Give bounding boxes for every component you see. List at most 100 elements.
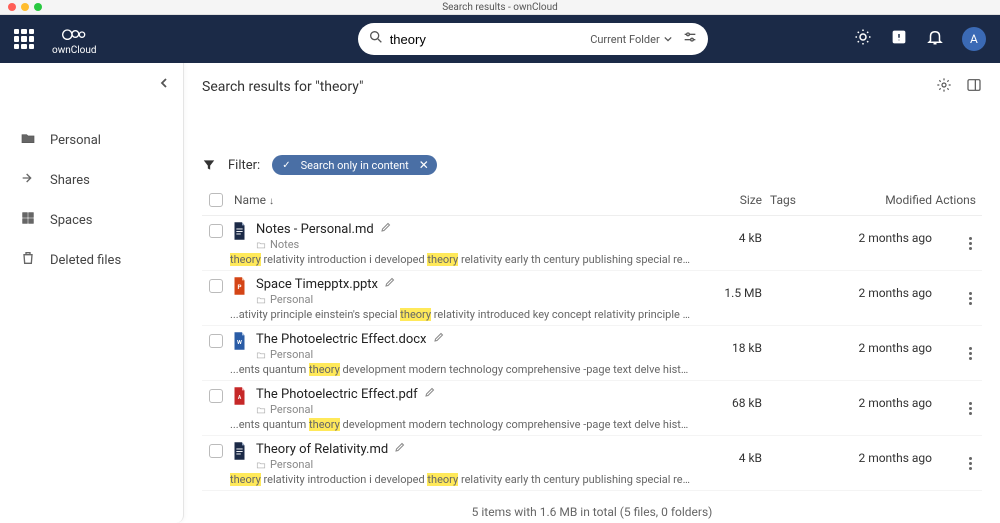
chevron-down-icon [664,35,672,43]
brand-logo[interactable]: ownCloud [52,23,97,56]
table-row[interactable]: Theory of Relativity.mdPersonal theory re… [202,436,982,491]
highlight: theory [309,363,340,376]
column-actions-header: Actions [932,193,982,207]
highlight: theory [309,418,340,431]
filter-chip-label: Search only in content [301,159,409,172]
search-snippet: theory relativity introduction i develop… [230,473,692,486]
row-actions-menu[interactable] [965,233,976,254]
filter-bar: Filter: ✓ Search only in content ✕ [202,155,982,175]
file-name[interactable]: The Photoelectric Effect.pdf [256,387,418,402]
search-input[interactable] [384,32,591,47]
file-modified: 2 months ago [812,386,932,410]
column-modified-header[interactable]: Modified [812,193,932,207]
file-modified: 2 months ago [812,276,932,300]
rename-icon[interactable] [380,221,392,237]
column-tags-header[interactable]: Tags [762,193,812,207]
table-header: Name↓ Size Tags Modified Actions [202,183,982,216]
row-actions-menu[interactable] [965,398,976,419]
sidebar-item-spaces[interactable]: Spaces [0,200,183,240]
collapse-sidebar-button[interactable] [0,71,183,98]
search-snippet: ...ents quantum theory development moder… [230,363,692,376]
file-size: 68 kB [692,386,762,410]
file-name[interactable]: The Photoelectric Effect.docx [256,332,427,347]
alert-icon[interactable] [890,28,908,50]
svg-text:W: W [237,340,242,346]
rename-icon[interactable] [424,386,436,402]
file-size: 4 kB [692,221,762,245]
table-row[interactable]: W The Photoelectric Effect.docxPersonal..… [202,326,982,381]
search-snippet: ...ativity principle einstein's special … [230,308,692,321]
row-checkbox[interactable] [209,334,223,348]
results-summary: 5 items with 1.6 MB in total (5 files, 0… [202,491,982,523]
side-panel-icon[interactable] [966,77,982,97]
search-icon [368,29,384,49]
sidebar-item-personal[interactable]: Personal [0,120,183,160]
file-location[interactable]: Personal [270,403,313,416]
file-modified: 2 months ago [812,441,932,465]
spaces-icon [20,210,36,230]
row-actions-menu[interactable] [965,343,976,364]
notifications-icon[interactable] [926,28,944,50]
file-tags [762,221,812,231]
remove-filter-icon[interactable]: ✕ [419,158,429,172]
search-scope-dropdown[interactable]: Current Folder [590,33,672,46]
sidebar-item-deleted[interactable]: Deleted files [0,240,183,280]
search-bar: Current Folder [358,23,708,55]
file-tags [762,441,812,451]
table-row[interactable]: A The Photoelectric Effect.pdfPersonal...… [202,381,982,436]
user-avatar[interactable]: A [962,27,986,51]
filter-icon [202,158,216,172]
svg-text:P: P [237,283,241,291]
word-file-icon: W [230,331,248,350]
file-name[interactable]: Theory of Relativity.md [256,442,388,457]
file-name[interactable]: Notes - Personal.md [256,222,374,237]
top-bar: ownCloud Current Folder A [0,15,1000,63]
folder-icon [20,130,36,150]
app-launcher-icon[interactable] [14,29,34,49]
file-size: 18 kB [692,331,762,355]
file-modified: 2 months ago [812,221,932,245]
sidebar-item-shares[interactable]: Shares [0,160,183,200]
column-size-header[interactable]: Size [692,193,762,207]
table-row[interactable]: P Space Timepptx.pptxPersonal ...ativity p… [202,271,982,326]
markdown-file-icon [230,221,248,240]
window-title: Search results - ownCloud [0,2,1000,13]
rename-icon[interactable] [384,276,396,292]
search-snippet: ...ents quantum theory development moder… [230,418,692,431]
rename-icon[interactable] [433,331,445,347]
highlight: theory [230,473,261,486]
file-location[interactable]: Personal [270,458,313,471]
settings-icon[interactable] [936,77,952,97]
share-icon [20,170,36,190]
filter-chip-content-only[interactable]: ✓ Search only in content ✕ [272,155,437,175]
brand-name: ownCloud [52,45,97,56]
powerpoint-file-icon: P [230,276,248,295]
rename-icon[interactable] [394,441,406,457]
page-title: Search results for "theory" [202,79,363,95]
table-row[interactable]: Notes - Personal.mdNotes theory relativit… [202,216,982,271]
file-tags [762,386,812,396]
sidebar-item-label: Shares [50,173,90,188]
chevron-left-icon [159,78,169,88]
row-actions-menu[interactable] [965,453,976,474]
row-checkbox[interactable] [209,224,223,238]
sidebar-item-label: Spaces [50,213,93,228]
row-checkbox[interactable] [209,279,223,293]
file-name[interactable]: Space Timepptx.pptx [256,277,378,292]
file-location[interactable]: Notes [270,238,299,251]
row-actions-menu[interactable] [965,288,976,309]
file-location[interactable]: Personal [270,348,313,361]
file-location[interactable]: Personal [270,293,313,306]
search-scope-label: Current Folder [590,33,660,46]
filter-label: Filter: [228,158,260,173]
pdf-file-icon: A [230,386,248,405]
theme-toggle-icon[interactable] [854,28,872,50]
column-name-header[interactable]: Name↓ [230,193,692,207]
select-all-checkbox[interactable] [209,193,223,207]
search-snippet: theory relativity introduction i develop… [230,253,692,266]
row-checkbox[interactable] [209,444,223,458]
search-options-icon[interactable] [682,29,698,49]
file-size: 1.5 MB [692,276,762,300]
row-checkbox[interactable] [209,389,223,403]
markdown-file-icon [230,441,248,460]
